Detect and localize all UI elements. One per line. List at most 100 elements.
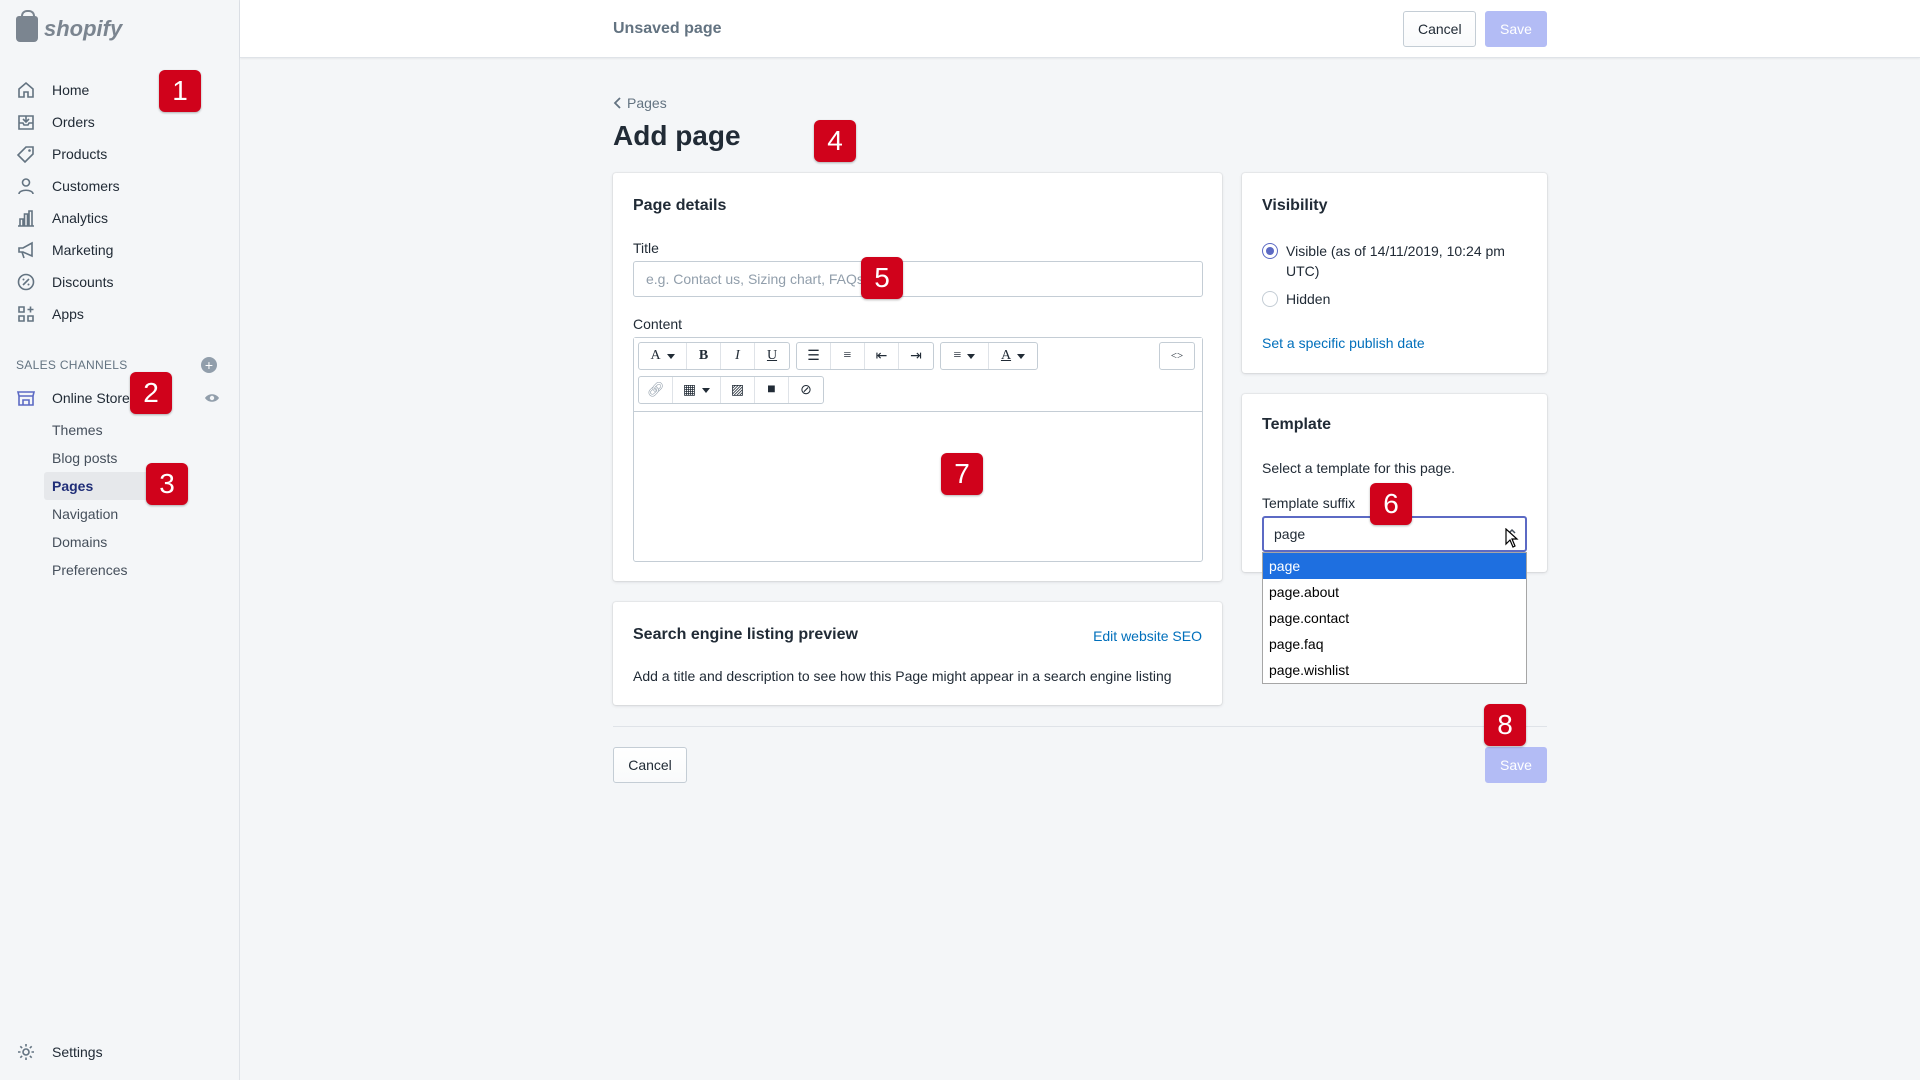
annotation-badge-7: 7 <box>941 453 983 495</box>
dropdown-option-page-wishlist[interactable]: page.wishlist <box>1263 657 1526 683</box>
dropdown-option-page-about[interactable]: page.about <box>1263 579 1526 605</box>
title-input[interactable] <box>633 261 1203 297</box>
bar-chart-icon <box>16 208 36 228</box>
code-icon: <> <box>1170 350 1184 362</box>
chevron-down-icon <box>702 387 711 393</box>
settings-label: Settings <box>52 1044 103 1060</box>
shopify-logo[interactable]: shopify <box>16 10 122 46</box>
underline-icon: U <box>766 348 778 363</box>
subnav-item-themes[interactable]: Themes <box>52 416 192 444</box>
editor-toolbar: A B I U ☰ ≡ ⇤ ⇥ ≡ A <> 🔗︎ ▦ ▨ ■ ⊘ <box>634 338 1202 412</box>
main-nav: Home Orders Products Customers Analytics… <box>0 74 240 330</box>
insert-video-button[interactable]: ■ <box>755 377 789 403</box>
contextual-save-bar: Unsaved page Cancel Save <box>240 0 1920 58</box>
content-editor[interactable]: A B I U ☰ ≡ ⇤ ⇥ ≡ A <> 🔗︎ ▦ ▨ ■ ⊘ <box>633 337 1203 562</box>
hidden-radio[interactable] <box>1262 291 1278 307</box>
sidebar-item-label: Home <box>52 82 90 98</box>
annotation-badge-3: 3 <box>146 463 188 505</box>
visibility-heading: Visibility <box>1262 197 1328 214</box>
bottom-save-button[interactable]: Save <box>1485 747 1547 783</box>
outdent-button[interactable]: ⇤ <box>865 343 899 369</box>
align-dropdown[interactable]: ≡ <box>941 343 989 369</box>
sidebar-item-marketing[interactable]: Marketing <box>0 234 240 266</box>
seo-heading: Search engine listing preview <box>633 626 858 643</box>
chevron-left-icon <box>613 97 621 109</box>
visible-radio[interactable] <box>1262 243 1278 259</box>
sidebar-item-label: Orders <box>52 114 95 130</box>
footer-divider <box>613 726 1547 727</box>
subnav-item-preferences[interactable]: Preferences <box>52 556 192 584</box>
sidebar-item-analytics[interactable]: Analytics <box>0 202 240 234</box>
add-sales-channel-icon[interactable]: + <box>201 357 217 373</box>
gear-icon <box>16 1042 36 1062</box>
discount-icon <box>16 272 36 292</box>
numbered-list-icon: ≡ <box>843 348 852 363</box>
insert-table-dropdown[interactable]: ▦ <box>673 377 721 403</box>
edit-website-seo-link[interactable]: Edit website SEO <box>1093 628 1202 644</box>
sidebar-item-apps[interactable]: Apps <box>0 298 240 330</box>
font-style-dropdown[interactable]: A <box>639 343 687 369</box>
person-icon <box>16 176 36 196</box>
online-store-label: Online Store <box>52 390 130 406</box>
template-suffix-value: page <box>1274 526 1306 542</box>
bold-button[interactable]: B <box>687 343 721 369</box>
toolbar-group-html: <> <box>1159 342 1195 370</box>
sidebar: shopify Home Orders Products Customers A… <box>0 0 240 1080</box>
numbered-list-button[interactable]: ≡ <box>831 343 865 369</box>
toolbar-group-align: ≡ A <box>940 342 1038 370</box>
sidebar-item-label: Analytics <box>52 210 109 226</box>
template-heading: Template <box>1262 416 1332 433</box>
top-save-button[interactable]: Save <box>1485 11 1547 47</box>
image-icon: ▨ <box>730 382 745 398</box>
sidebar-item-label: Marketing <box>52 242 114 258</box>
hidden-radio-label: Hidden <box>1286 291 1331 307</box>
megaphone-icon <box>16 240 36 260</box>
insert-image-button[interactable]: ▨ <box>721 377 755 403</box>
annotation-badge-1: 1 <box>159 70 201 112</box>
link-icon: 🔗︎ <box>646 382 665 398</box>
view-store-eye-icon[interactable] <box>204 391 220 405</box>
apps-icon <box>16 304 36 324</box>
sidebar-item-customers[interactable]: Customers <box>0 170 240 202</box>
sidebar-item-products[interactable]: Products <box>0 138 240 170</box>
sidebar-item-label: Discounts <box>52 274 114 290</box>
text-color-dropdown[interactable]: A <box>989 343 1037 369</box>
underline-button[interactable]: U <box>755 343 789 369</box>
show-html-button[interactable]: <> <box>1160 343 1194 369</box>
toolbar-group-insert: 🔗︎ ▦ ▨ ■ ⊘ <box>638 376 824 404</box>
italic-button[interactable]: I <box>721 343 755 369</box>
chevron-down-icon <box>666 353 675 359</box>
tag-icon <box>16 144 36 164</box>
annotation-badge-6: 6 <box>1370 483 1412 525</box>
breadcrumb[interactable]: Pages <box>613 95 667 111</box>
annotation-badge-4: 4 <box>814 120 856 162</box>
sidebar-item-settings[interactable]: Settings <box>0 1036 240 1068</box>
top-cancel-button[interactable]: Cancel <box>1403 11 1476 47</box>
dropdown-option-page-contact[interactable]: page.contact <box>1263 605 1526 631</box>
toolbar-group-format: A B I U <box>638 342 790 370</box>
annotation-badge-5: 5 <box>861 257 903 299</box>
sidebar-item-home[interactable]: Home <box>0 74 240 106</box>
bullet-list-button[interactable]: ☰ <box>797 343 831 369</box>
sidebar-item-label: Apps <box>52 306 84 322</box>
page-details-heading: Page details <box>633 197 727 214</box>
insert-link-button[interactable]: 🔗︎ <box>639 377 673 403</box>
subnav-item-domains[interactable]: Domains <box>52 528 192 556</box>
dropdown-option-page[interactable]: page <box>1263 553 1526 579</box>
indent-button[interactable]: ⇥ <box>899 343 933 369</box>
sidebar-item-discounts[interactable]: Discounts <box>0 266 240 298</box>
bottom-cancel-button[interactable]: Cancel <box>613 747 687 783</box>
content-label: Content <box>633 316 683 332</box>
page-title: Add page <box>613 120 741 151</box>
font-icon: A <box>650 348 661 363</box>
chevron-down-icon <box>967 353 976 359</box>
indent-icon: ⇥ <box>910 348 922 364</box>
sales-channels-heading: SALES CHANNELS <box>16 358 128 372</box>
clear-formatting-button[interactable]: ⊘ <box>789 377 823 403</box>
dropdown-option-page-faq[interactable]: page.faq <box>1263 631 1526 657</box>
sidebar-item-orders[interactable]: Orders <box>0 106 240 138</box>
template-description: Select a template for this page. <box>1262 460 1455 476</box>
set-publish-date-link[interactable]: Set a specific publish date <box>1262 335 1425 351</box>
unsaved-page-title: Unsaved page <box>613 20 722 37</box>
sidebar-item-online-store[interactable]: Online Store <box>0 382 240 414</box>
